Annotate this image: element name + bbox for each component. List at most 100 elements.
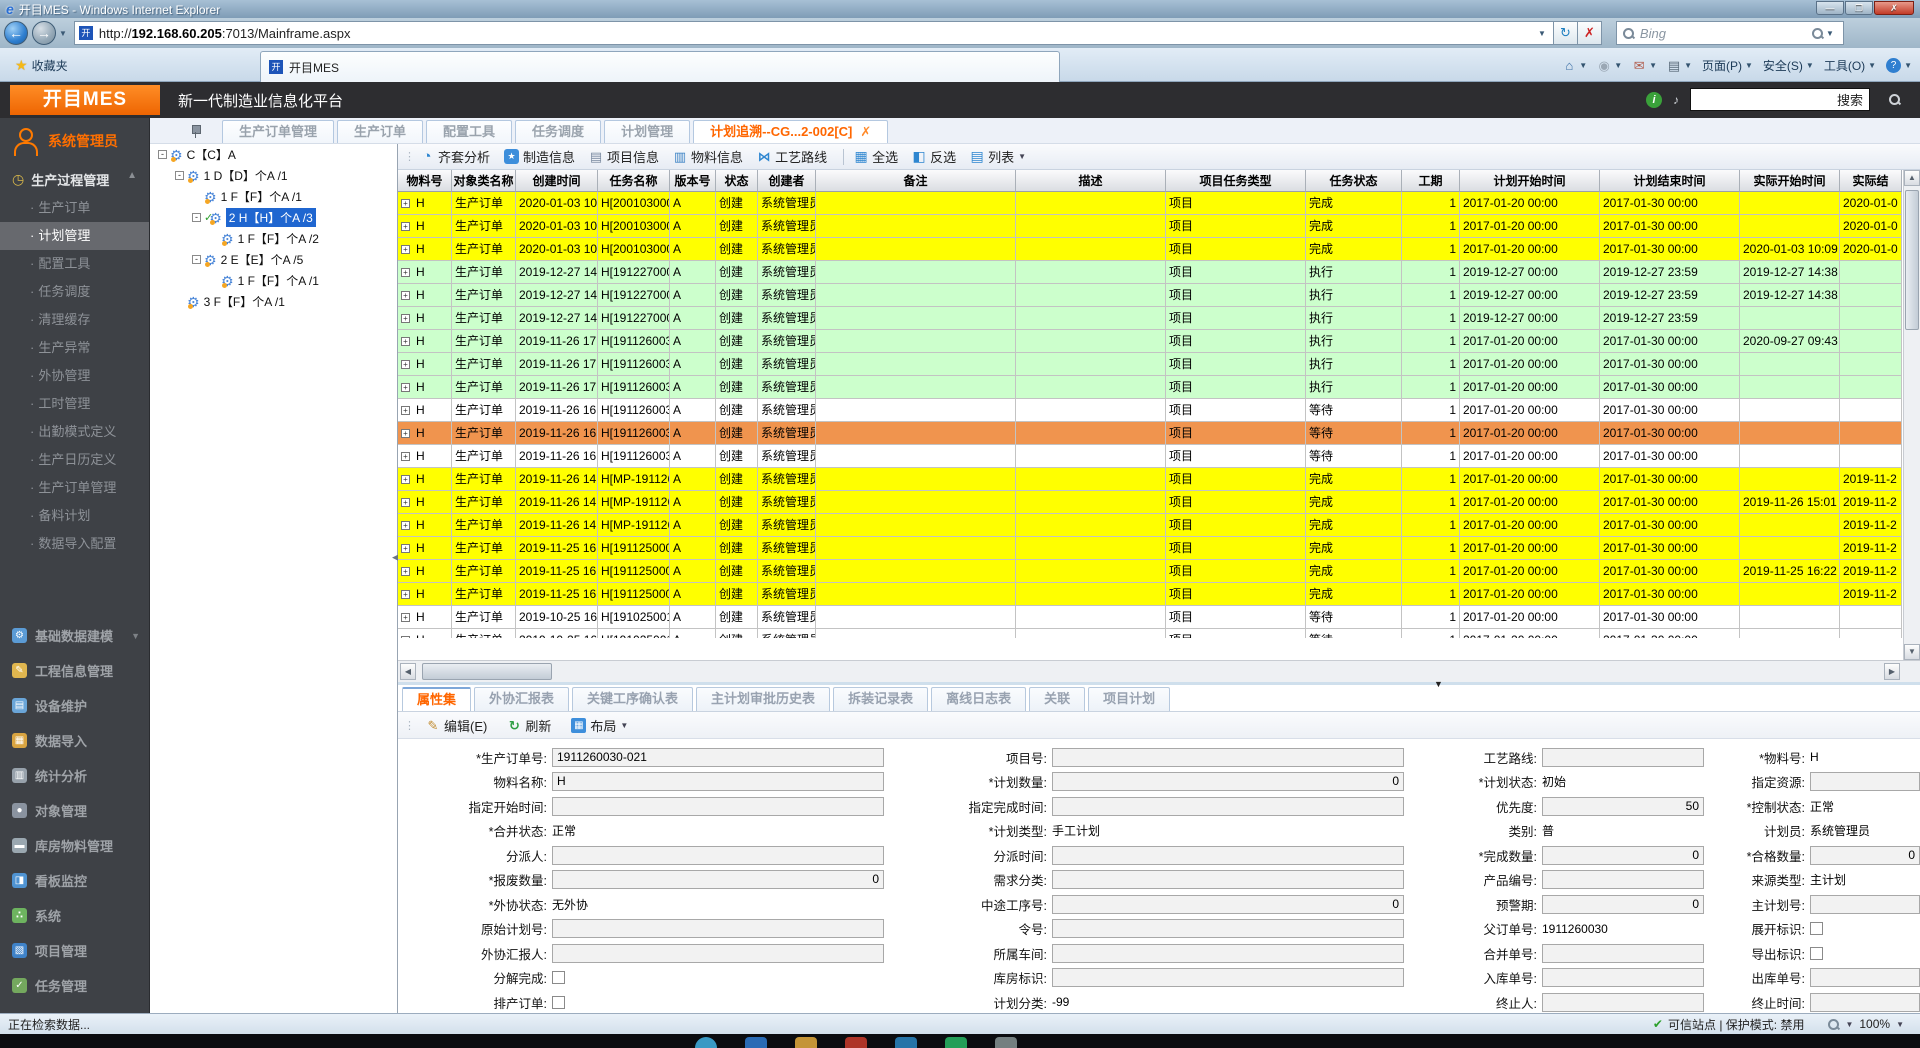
- field-checkbox[interactable]: [552, 996, 565, 1009]
- table-row[interactable]: +H生产订单2019-11-25 16:18H[1911250005...A创建…: [398, 583, 1902, 606]
- row-expander-icon[interactable]: +: [401, 475, 410, 484]
- taskbar-icon[interactable]: [995, 1037, 1017, 1048]
- field-input[interactable]: 0: [552, 870, 884, 889]
- table-row[interactable]: +H生产订单2019-11-25 16:18H[1911250005...A创建…: [398, 537, 1902, 560]
- field-input[interactable]: 0: [1810, 846, 1920, 865]
- pin-icon[interactable]: [190, 124, 202, 138]
- sidebar-module[interactable]: ▤设备维护: [0, 688, 150, 723]
- windows-taskbar[interactable]: [0, 1034, 1920, 1048]
- search-box[interactable]: Bing ▼: [1616, 21, 1844, 45]
- field-input[interactable]: [552, 797, 884, 816]
- column-header[interactable]: 描述: [1016, 170, 1166, 192]
- sidebar-item[interactable]: ·外协管理: [0, 362, 149, 390]
- tab-计划追溯--CG...2-002[C][interactable]: 计划追溯--CG...2-002[C]✗: [693, 120, 888, 143]
- panel-splitter-icon[interactable]: ▼: [1434, 679, 1443, 689]
- detail-toolbar-button-编辑(E)[interactable]: ✎编辑(E): [426, 716, 487, 735]
- row-expander-icon[interactable]: +: [401, 406, 410, 415]
- tab-任务调度[interactable]: 任务调度: [515, 120, 601, 143]
- detail-tab-离线日志表[interactable]: 离线日志表: [931, 687, 1026, 711]
- row-expander-icon[interactable]: +: [401, 360, 410, 369]
- tree-node-label[interactable]: C【C】A: [187, 146, 236, 163]
- field-input[interactable]: 1911260030-021: [552, 748, 884, 767]
- forward-button[interactable]: →: [32, 21, 56, 45]
- taskbar-icon[interactable]: [745, 1037, 767, 1048]
- field-input[interactable]: [1542, 968, 1704, 987]
- scroll-right-icon[interactable]: ▶: [1884, 663, 1900, 680]
- zoom-caret-icon[interactable]: ▼: [1845, 1020, 1853, 1029]
- field-input[interactable]: [1052, 748, 1404, 767]
- taskbar-icon[interactable]: [945, 1037, 967, 1048]
- tab-生产订单管理[interactable]: 生产订单管理: [222, 120, 334, 143]
- field-input[interactable]: 0: [1052, 772, 1404, 791]
- field-input[interactable]: [1542, 870, 1704, 889]
- field-checkbox[interactable]: [552, 971, 565, 984]
- print-button[interactable]: ▤▼: [1667, 58, 1692, 73]
- column-header[interactable]: 计划结束时间: [1600, 170, 1740, 192]
- column-header[interactable]: 任务名称: [598, 170, 670, 192]
- scroll-down-icon[interactable]: ▼: [1904, 644, 1920, 660]
- field-checkbox[interactable]: [1810, 947, 1823, 960]
- horizontal-scroll-thumb[interactable]: [422, 663, 552, 680]
- field-input[interactable]: [1810, 993, 1920, 1012]
- detail-toolbar-button-刷新[interactable]: ↻刷新: [507, 716, 551, 735]
- field-checkbox[interactable]: [1810, 922, 1823, 935]
- row-expander-icon[interactable]: +: [401, 452, 410, 461]
- table-row[interactable]: +H生产订单2019-12-27 14:20H[1912270001...A创建…: [398, 261, 1902, 284]
- row-expander-icon[interactable]: +: [401, 222, 410, 231]
- field-input[interactable]: [1810, 895, 1920, 914]
- toolbar-button-齐套分析[interactable]: ◔齐套分析: [420, 147, 490, 166]
- stop-button[interactable]: ✗: [1578, 21, 1602, 45]
- tab-计划管理[interactable]: 计划管理: [604, 120, 690, 143]
- help-button[interactable]: ?▼: [1886, 58, 1912, 73]
- command-button[interactable]: 工具(O)▼: [1824, 57, 1876, 74]
- sidebar-item[interactable]: ·计划管理: [0, 222, 149, 250]
- sound-icon[interactable]: ♪: [1668, 92, 1684, 108]
- table-row[interactable]: +H生产订单2020-01-03 10:05H[2001030002...A创建…: [398, 215, 1902, 238]
- sidebar-item[interactable]: ·数据导入配置: [0, 530, 149, 558]
- refresh-button[interactable]: ↻: [1554, 21, 1578, 45]
- row-expander-icon[interactable]: +: [401, 498, 410, 507]
- row-expander-icon[interactable]: +: [401, 636, 410, 639]
- row-expander-icon[interactable]: +: [401, 268, 410, 277]
- home-button[interactable]: ⌂▼: [1562, 58, 1587, 73]
- field-input[interactable]: [1542, 944, 1704, 963]
- taskbar-icon[interactable]: [845, 1037, 867, 1048]
- tree-expander-icon[interactable]: -: [175, 171, 184, 180]
- horizontal-scrollbar[interactable]: ◀ ▶: [398, 660, 1920, 682]
- column-header[interactable]: 备注: [816, 170, 1016, 192]
- table-row[interactable]: +H生产订单2019-11-26 16:36H[1911260030...A创建…: [398, 399, 1902, 422]
- tree-node[interactable]: -⚙C【C】A: [150, 144, 397, 165]
- sidebar-module[interactable]: ∴系统: [0, 898, 150, 933]
- field-input[interactable]: [552, 944, 884, 963]
- sidebar-module[interactable]: ✓任务管理: [0, 968, 150, 1003]
- table-row[interactable]: +H生产订单2019-11-26 14:57H[MP-1911260...A创建…: [398, 514, 1902, 537]
- row-expander-icon[interactable]: +: [401, 383, 410, 392]
- sidebar-item[interactable]: ·清理缓存: [0, 306, 149, 334]
- table-row[interactable]: +H生产订单2019-12-27 14:20H[1912270001...A创建…: [398, 307, 1902, 330]
- sidebar-item[interactable]: ·备料计划: [0, 502, 149, 530]
- field-input[interactable]: [1052, 797, 1404, 816]
- vertical-scrollbar[interactable]: ▲ ▼: [1903, 170, 1920, 660]
- feed-button[interactable]: ◉▼: [1597, 58, 1622, 73]
- minimize-button[interactable]: —: [1816, 1, 1844, 15]
- field-input[interactable]: [1052, 870, 1404, 889]
- column-header[interactable]: 项目任务类型: [1166, 170, 1306, 192]
- row-expander-icon[interactable]: +: [401, 613, 410, 622]
- detail-tab-关键工序确认表[interactable]: 关键工序确认表: [572, 687, 693, 711]
- command-button[interactable]: 页面(P)▼: [1702, 57, 1753, 74]
- sidebar-module[interactable]: ✎工程信息管理: [0, 653, 150, 688]
- column-header[interactable]: 状态: [716, 170, 758, 192]
- tree-node-label[interactable]: 2 E【E】个A /5: [221, 251, 304, 268]
- taskbar-icon[interactable]: [795, 1037, 817, 1048]
- detail-tab-主计划审批历史表[interactable]: 主计划审批历史表: [696, 687, 830, 711]
- sidebar-module[interactable]: ●对象管理: [0, 793, 150, 828]
- tree-node-label[interactable]: 2 H【H】个A /3: [226, 208, 316, 227]
- detail-tab-外协汇报表[interactable]: 外协汇报表: [474, 687, 569, 711]
- column-header[interactable]: 物料号: [398, 170, 452, 192]
- tree-node[interactable]: -⚙2 E【E】个A /5: [150, 249, 397, 270]
- detail-toolbar-button-布局[interactable]: ▦布局▼: [571, 716, 628, 735]
- sidebar-item[interactable]: ·出勤模式定义: [0, 418, 149, 446]
- field-input[interactable]: [1052, 944, 1404, 963]
- tree-node-label[interactable]: 1 F【F】个A /1: [221, 188, 302, 205]
- field-input[interactable]: [1052, 919, 1404, 938]
